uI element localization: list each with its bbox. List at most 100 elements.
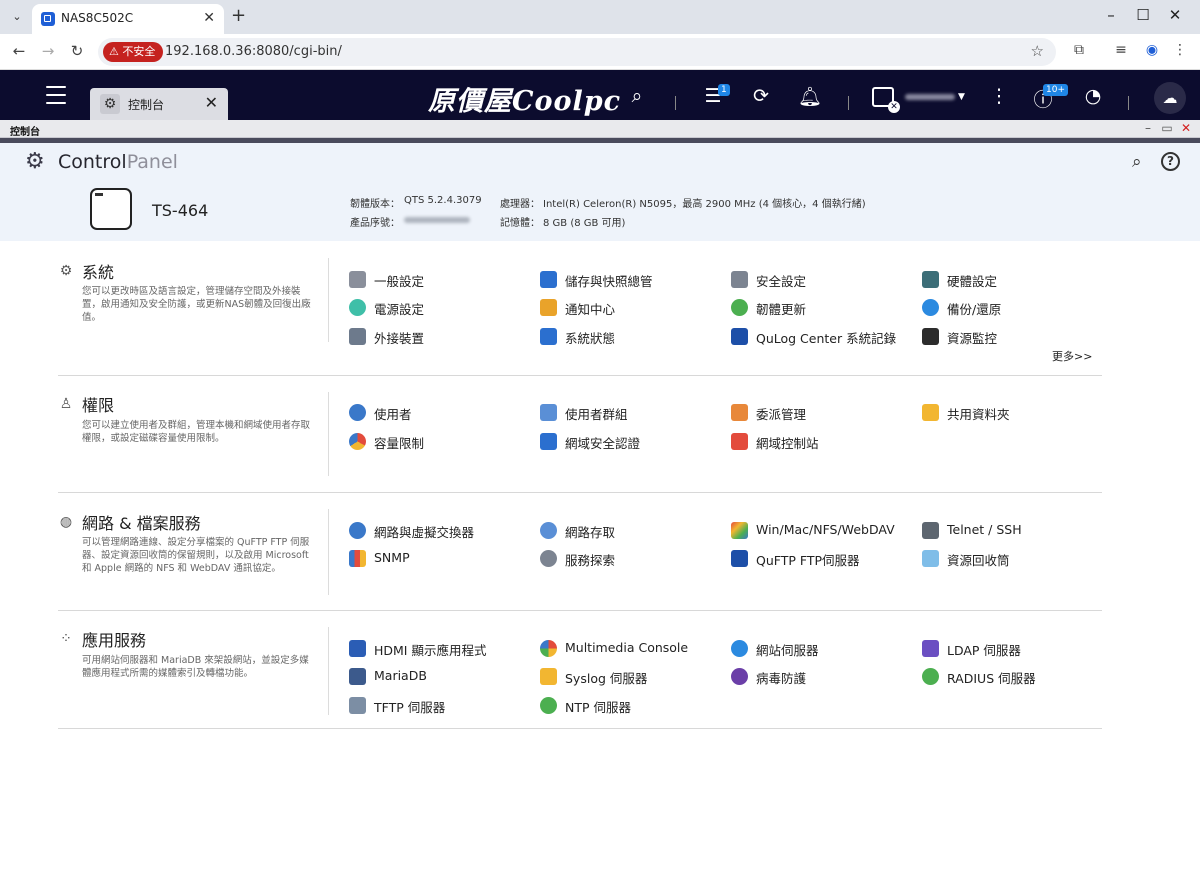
search-icon[interactable]: ⌕ xyxy=(1132,152,1142,172)
controlpanel-header: ⚙ ControlPanel ⌕ ? TS-464 韌體版本： QTS 5.2.… xyxy=(0,143,1200,241)
back-icon[interactable]: ← xyxy=(10,42,28,60)
extensions-icon[interactable]: ⧉ xyxy=(1070,42,1088,58)
username-blurred[interactable] xyxy=(905,94,955,100)
user-status-badge: ✕ xyxy=(888,101,900,113)
divider xyxy=(328,392,329,476)
more-link[interactable]: 更多>> xyxy=(1052,348,1092,364)
item-label: 儲存與快照總管 xyxy=(565,274,653,289)
item-label: 網路與虛擬交換器 xyxy=(374,525,475,540)
section-desc-privilege: 您可以建立使用者及群組，管理本機和網域使用者存取權限，或設定磁碟容量使用限制。 xyxy=(82,420,311,444)
nas-model: TS-464 xyxy=(152,201,209,220)
qnap-favicon-icon xyxy=(41,12,55,26)
tasks-badge: 1 xyxy=(718,84,730,96)
item-label: 網域安全認證 xyxy=(565,436,641,451)
section-title-privilege: 權限 xyxy=(82,396,115,415)
syslog-icon xyxy=(540,668,557,685)
myqnapcloud-icon[interactable]: ☁ xyxy=(1154,82,1186,114)
item-label: 委派管理 xyxy=(756,407,807,422)
item-label: HDMI 顯示應用程式 xyxy=(374,643,487,658)
profile-icon[interactable]: ◉ xyxy=(1143,42,1161,58)
user-menu-caret-icon[interactable]: ▼ xyxy=(958,92,965,102)
recycle-bin-icon xyxy=(922,550,939,567)
section-title-apps: 應用服務 xyxy=(82,631,147,650)
item-label: 電源設定 xyxy=(374,302,425,317)
hdmi-display-icon xyxy=(349,640,366,657)
item-label: 網路存取 xyxy=(565,525,616,540)
backup-restore-icon xyxy=(922,299,939,316)
window-titlebar: 控制台 – ▭ ✕ xyxy=(0,120,1200,138)
section-desc-network: 可以管理網路連線、設定分享檔案的 QuFTP FTP 伺服器、設定資源回收筒的保… xyxy=(82,537,310,574)
item-label: MariaDB xyxy=(374,668,427,683)
web-server-globe-icon xyxy=(731,640,748,657)
window-title: 控制台 xyxy=(10,127,40,138)
item-label: Telnet / SSH xyxy=(947,522,1022,537)
menu-kebab-icon[interactable]: ⋮ xyxy=(1171,42,1189,58)
section-title-system: 系統 xyxy=(82,263,115,282)
insecure-badge[interactable]: ⚠ 不安全 xyxy=(103,42,164,62)
maximize-icon[interactable]: ☐ xyxy=(1133,6,1153,24)
url-text[interactable]: 192.168.0.36:8080/cgi-bin/ xyxy=(165,44,342,59)
section-divider xyxy=(58,728,1102,729)
app-tab-controlpanel[interactable]: ⚙ 控制台 ✕ xyxy=(90,88,228,120)
notification-bell-icon[interactable]: 🔔︎ xyxy=(797,85,823,108)
item-label: Win/Mac/NFS/WebDAV xyxy=(756,522,895,537)
item-label: 使用者 xyxy=(374,407,412,422)
nas-device-icon xyxy=(90,188,132,230)
window-minimize-icon[interactable]: – xyxy=(1141,121,1155,135)
item-label: 外接裝置 xyxy=(374,331,425,346)
item-label: 共用資料夾 xyxy=(947,407,1010,422)
reading-list-icon[interactable]: ≡ xyxy=(1112,42,1130,58)
quftp-icon xyxy=(731,550,748,567)
browser-tab[interactable]: NAS8C502C ✕ xyxy=(32,4,224,34)
snmp-chart-icon xyxy=(349,550,366,567)
network-switch-icon xyxy=(349,522,366,539)
separator xyxy=(675,96,676,110)
section-divider xyxy=(58,492,1102,493)
browser-toolbar: ← → ↻ ⚠ 不安全 192.168.0.36:8080/cgi-bin/ ☆… xyxy=(0,34,1200,70)
item-label: TFTP 伺服器 xyxy=(374,700,446,715)
bookmark-star-icon[interactable]: ☆ xyxy=(1031,42,1044,60)
user-icon: ♙ xyxy=(59,396,73,412)
separator xyxy=(848,96,849,110)
close-window-icon[interactable]: ✕ xyxy=(1165,6,1185,24)
divider xyxy=(328,627,329,715)
antivirus-icon xyxy=(731,668,748,685)
main-menu-icon[interactable] xyxy=(46,86,66,104)
firmware-label: 韌體版本： xyxy=(350,199,400,210)
serial-value-blurred xyxy=(404,217,470,223)
window-close-icon[interactable]: ✕ xyxy=(1179,121,1193,135)
system-status-icon xyxy=(540,328,557,345)
forward-icon[interactable]: → xyxy=(39,42,57,60)
help-icon[interactable]: ? xyxy=(1161,152,1180,171)
search-icon[interactable]: ⌕ xyxy=(624,85,650,107)
new-tab-icon[interactable]: + xyxy=(231,5,246,26)
divider xyxy=(328,509,329,595)
memory-label: 記憶體： xyxy=(500,218,540,229)
close-tab-icon[interactable]: ✕ xyxy=(203,10,215,26)
service-discovery-icon xyxy=(540,550,557,567)
external-device-icon xyxy=(349,328,366,345)
item-label: 病毒防護 xyxy=(756,671,807,686)
serial-label: 產品序號： xyxy=(350,218,400,229)
qts-topbar: ⚙ 控制台 ✕ 原價屋Coolpc ⌕ ☰ 1 ⟳ 🔔︎ ✕ ▼ ⋮ ⓘ 10+… xyxy=(0,70,1200,120)
dashboard-gauge-icon[interactable]: ◔ xyxy=(1080,85,1106,107)
more-options-icon[interactable]: ⋮ xyxy=(986,85,1012,107)
lock-icon xyxy=(731,271,748,288)
sync-icon[interactable]: ⟳ xyxy=(748,85,774,107)
item-label: 服務探索 xyxy=(565,553,616,568)
minimize-icon[interactable]: – xyxy=(1101,6,1121,24)
tab-search-dropdown-icon[interactable]: ⌄ xyxy=(7,7,27,27)
shared-folder-icon xyxy=(922,404,939,421)
address-bar[interactable]: ⚠ 不安全 192.168.0.36:8080/cgi-bin/ ☆ xyxy=(98,38,1056,66)
item-label: SNMP xyxy=(374,550,410,565)
title-bold: Control xyxy=(58,151,127,173)
reload-icon[interactable]: ↻ xyxy=(68,42,86,60)
item-label: 網站伺服器 xyxy=(756,643,819,658)
divider xyxy=(328,258,329,342)
window-restore-icon[interactable]: ▭ xyxy=(1160,121,1174,135)
item-label: 使用者群組 xyxy=(565,407,628,422)
firmware-value: QTS 5.2.4.3079 xyxy=(404,195,482,206)
close-app-tab-icon[interactable]: ✕ xyxy=(205,93,218,112)
section-desc-system: 您可以更改時區及語言設定，管理儲存空間及外接裝置，啟用通知及安全防護，或更新NA… xyxy=(82,286,311,323)
title-light: Panel xyxy=(126,151,178,173)
